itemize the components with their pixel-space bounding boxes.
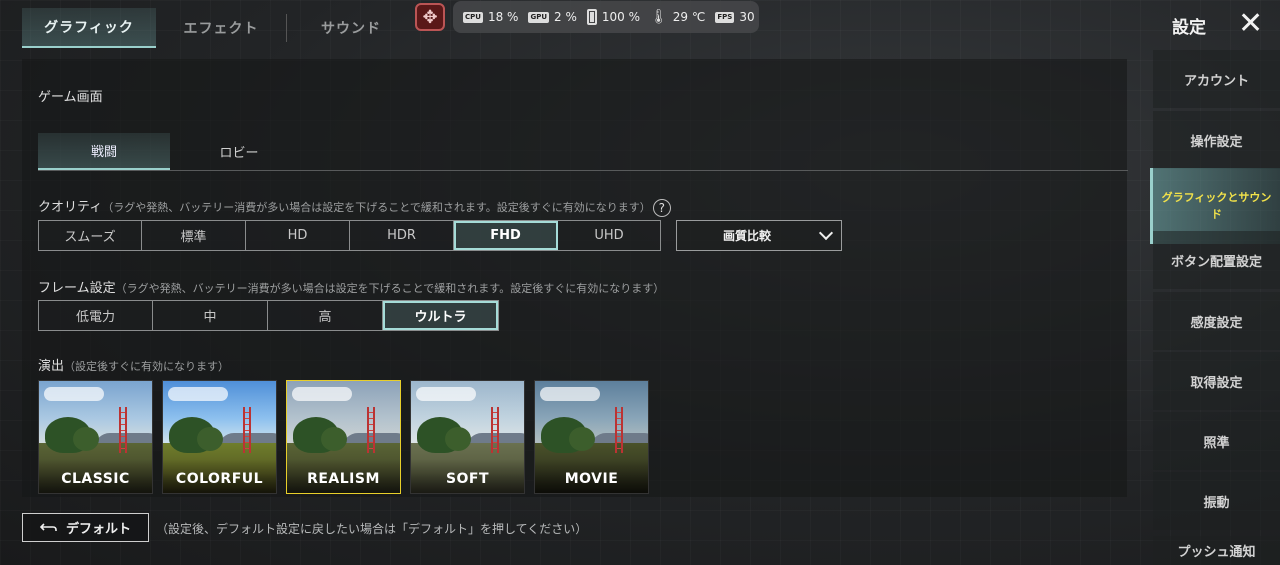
reset-default-button[interactable]: デフォルト <box>22 513 149 542</box>
preset-label: CLASSIC <box>61 471 130 487</box>
quality-label-row: クオリティ（ラグや発熱、バッテリー消費が多い場合は設定を下げることで緩和されます… <box>38 196 671 217</box>
reset-default-note: （設定後、デフォルト設定に戻したい場合は「デフォルト」を押してください） <box>156 522 588 536</box>
gpu-usage: GPU 2 % <box>528 10 577 24</box>
tab-lobby[interactable]: ロビー <box>172 133 306 170</box>
quality-note: （ラグや発熱、バッテリー消費が多い場合は設定を下げることで緩和されます。設定後す… <box>102 201 651 214</box>
sidebar-item-controls[interactable]: 操作設定 <box>1153 111 1280 169</box>
preset-classic[interactable]: CLASSIC <box>38 380 153 494</box>
help-icon[interactable]: ? <box>652 198 671 217</box>
quality-option-standard[interactable]: 標準 <box>142 221 246 250</box>
preset-label: MOVIE <box>564 471 619 487</box>
sidebar-item-pickup[interactable]: 取得設定 <box>1153 352 1280 410</box>
close-icon[interactable]: ✕ <box>1238 9 1263 39</box>
sidebar-item-button-layout[interactable]: ボタン配置設定 <box>1153 231 1280 289</box>
temperature: 🌡 29 ℃ <box>650 9 705 25</box>
quality-label: クオリティ <box>38 200 103 215</box>
gpu-value: 2 % <box>554 10 577 24</box>
fps-icon: FPS <box>715 11 735 23</box>
quality-option-hd[interactable]: HD <box>246 221 350 250</box>
battery-icon <box>586 9 597 25</box>
settings-sidebar: アカウント 操作設定 グラフィックとサウンド ボタン配置設定 感度設定 取得設定… <box>1150 48 1280 565</box>
cpu-usage: CPU 18 % <box>463 10 518 24</box>
page-title: 設定 <box>1172 18 1206 38</box>
chevron-down-icon <box>818 225 834 240</box>
quality-compare-label: 画質比較 <box>723 229 772 243</box>
preset-movie[interactable]: MOVIE <box>534 380 649 494</box>
style-label: 演出 <box>38 359 65 374</box>
tab-graphics[interactable]: グラフィック <box>22 8 156 48</box>
preset-realism[interactable]: REALISM <box>286 380 401 494</box>
quality-selector: スムーズ 標準 HD HDR FHD UHD <box>38 220 661 251</box>
sidebar-item-account[interactable]: アカウント <box>1153 50 1280 108</box>
thermometer-icon: 🌡 <box>650 9 668 25</box>
tab-effects[interactable]: エフェクト <box>156 8 286 48</box>
sidebar-item-aim[interactable]: 照準 <box>1153 412 1280 470</box>
quality-compare-dropdown[interactable]: 画質比較 <box>676 220 842 251</box>
quality-option-smooth[interactable]: スムーズ <box>39 221 142 250</box>
sidebar-item-vibration[interactable]: 振動 <box>1153 472 1280 530</box>
quality-option-fhd[interactable]: FHD <box>454 221 558 250</box>
reset-default-label: デフォルト <box>65 522 131 537</box>
move-icon[interactable]: ✥ <box>415 3 445 31</box>
style-preset-list: CLASSIC COLORFUL REALISM SOFT MOVIE <box>38 380 649 494</box>
fps-counter: FPS 30 <box>715 10 755 24</box>
battery-value: 100 % <box>601 10 640 24</box>
performance-status-bar: CPU 18 % GPU 2 % 100 % 🌡 29 ℃ FPS 30 <box>453 1 759 33</box>
undo-icon <box>39 522 57 531</box>
style-label-row: 演出（設定後すぐに有効になります） <box>38 355 229 374</box>
frame-option-ultra[interactable]: ウルトラ <box>383 301 498 330</box>
quality-option-hdr[interactable]: HDR <box>350 221 454 250</box>
sidebar-item-push-notifications[interactable]: プッシュ通知 <box>1153 536 1280 565</box>
preset-label: SOFT <box>445 471 490 487</box>
cpu-icon: CPU <box>463 11 483 23</box>
tab-battle[interactable]: 戦闘 <box>38 133 170 170</box>
frame-note: （ラグや発熱、バッテリー消費が多い場合は設定を下げることで緩和されます。設定後す… <box>115 282 665 295</box>
temperature-value: 29 ℃ <box>672 10 706 24</box>
sidebar-item-sensitivity[interactable]: 感度設定 <box>1153 292 1280 350</box>
tab-sound[interactable]: サウンド <box>287 8 415 48</box>
preset-label: COLORFUL <box>175 471 264 487</box>
preset-soft[interactable]: SOFT <box>410 380 525 494</box>
preset-colorful[interactable]: COLORFUL <box>162 380 277 494</box>
frame-option-medium[interactable]: 中 <box>153 301 268 330</box>
frame-option-low-power[interactable]: 低電力 <box>39 301 153 330</box>
battery-level: 100 % <box>586 9 640 25</box>
frame-label: フレーム設定 <box>38 281 116 296</box>
gpu-icon: GPU <box>528 11 550 23</box>
frame-label-row: フレーム設定（ラグや発熱、バッテリー消費が多い場合は設定を下げることで緩和されま… <box>38 277 664 296</box>
sub-tab-bar: 戦闘 ロビー <box>38 133 1128 171</box>
top-tab-bar: グラフィック エフェクト サウンド <box>22 8 415 48</box>
style-note: （設定後すぐに有効になります） <box>64 360 230 373</box>
frame-option-high[interactable]: 高 <box>268 301 383 330</box>
section-title: ゲーム画面 <box>38 90 103 105</box>
fps-value: 30 <box>739 10 755 24</box>
cpu-value: 18 % <box>487 10 519 24</box>
frame-rate-selector: 低電力 中 高 ウルトラ <box>38 300 499 331</box>
preset-label: REALISM <box>307 471 380 487</box>
quality-option-uhd[interactable]: UHD <box>558 221 660 250</box>
